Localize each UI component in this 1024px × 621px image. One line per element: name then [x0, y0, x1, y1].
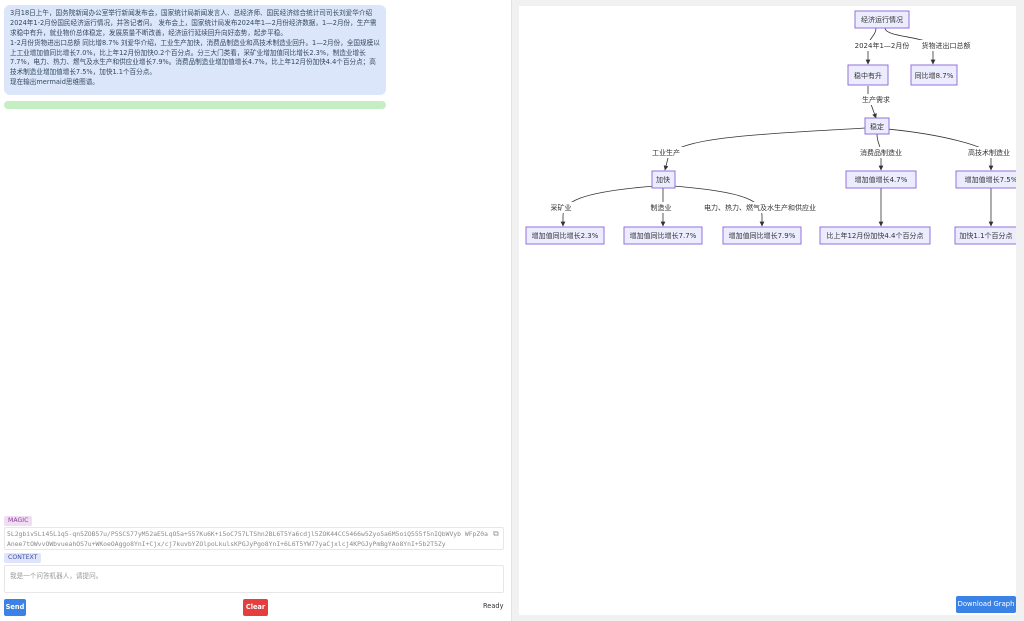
edge-n4-n7: [560, 185, 656, 227]
svg-text:稳中有升: 稳中有升: [854, 71, 882, 80]
node-stable[interactable]: 稳定: [864, 117, 890, 135]
chat-panel: 3月18日上午，国务院新闻办公室举行新闻发布会，国家统计局新闻发言人、总经济师、…: [0, 0, 512, 621]
node-hightech-growth[interactable]: 增加值增长7.5%: [955, 170, 1016, 189]
edge-label-high-tech: 高技术制造业: [968, 148, 1010, 157]
edge-label-production-demand: 生产需求: [862, 95, 890, 104]
user-message-bubble: 3月18日上午，国务院新闻办公室举行新闻发布会，国家统计局新闻发言人、总经济师、…: [4, 5, 386, 95]
graph-edges: [560, 27, 994, 227]
context-label: CONTEXT: [4, 553, 42, 563]
send-button[interactable]: Send: [4, 599, 26, 616]
svg-text:增加值增长7.5%: 增加值增长7.5%: [965, 175, 1016, 184]
app-window: 3月18日上午，国务院新闻办公室举行新闻发布会，国家统计局新闻发言人、总经济师、…: [0, 0, 1024, 621]
node-manufacturing-growth[interactable]: 增加值同比增长7.7%: [623, 226, 703, 245]
node-mining-growth[interactable]: 增加值同比增长2.3%: [525, 226, 605, 245]
node-consumer-accel[interactable]: 比上年12月份加快4.4个百分点: [819, 226, 931, 245]
message-paragraph: 1-2月份货物进出口总额 同比增8.7% 刘爱华介绍，工业生产加快，消费品制造业…: [10, 38, 380, 77]
svg-text:同比增8.7%: 同比增8.7%: [915, 71, 954, 80]
copy-icon[interactable]: ⧉: [493, 529, 501, 539]
edge-label-industrial: 工业生产: [652, 148, 680, 157]
svg-text:加快: 加快: [656, 175, 670, 184]
context-input[interactable]: 我是一个问答机器人，请提问。: [4, 565, 504, 593]
svg-text:增加值增长4.7%: 增加值增长4.7%: [855, 175, 908, 184]
edge-n3-n4: [663, 127, 866, 171]
node-steady-rise[interactable]: 稳中有升: [847, 64, 889, 86]
svg-text:经济运行情况: 经济运行情况: [861, 15, 903, 24]
edge-label-mining: 采矿业: [551, 203, 572, 212]
edge-label-consumer-goods: 消费品制造业: [860, 148, 902, 157]
node-hightech-accel[interactable]: 加快1.1个百分点: [954, 226, 1016, 245]
node-consumer-growth[interactable]: 增加值增长4.7%: [845, 170, 917, 189]
magic-output-field[interactable]: 5L2gbiv5Li45L1q5-qn5ZOB57u/P5SCS77yM52aE…: [4, 527, 504, 550]
node-utilities-growth[interactable]: 增加值同比增长7.9%: [722, 226, 802, 245]
svg-text:加快1.1个百分点: 加快1.1个百分点: [959, 231, 1012, 240]
edge-label-manufacturing: 制造业: [651, 203, 672, 212]
clear-button[interactable]: Clear: [243, 599, 268, 616]
edge-label-trade: 货物进出口总额: [922, 41, 971, 50]
node-economy[interactable]: 经济运行情况: [854, 10, 910, 29]
status-text: Ready: [483, 602, 504, 610]
svg-text:增加值同比增长7.9%: 增加值同比增长7.9%: [729, 231, 796, 240]
magic-label: MAGIC: [4, 516, 33, 526]
magic-value: 5L2gbiv5Li45L1q5-qn5ZOB57u/P5SCS77yM52aE…: [7, 530, 488, 548]
svg-text:稳定: 稳定: [870, 122, 884, 131]
message-paragraph: 3月18日上午，国务院新闻办公室举行新闻发布会，国家统计局新闻发言人、总经济师、…: [10, 9, 377, 37]
context-placeholder: 我是一个问答机器人，请提问。: [10, 572, 103, 580]
response-progress-bar: [4, 101, 386, 109]
edge-label-utilities: 电力、热力、燃气及水生产和供应业: [704, 203, 816, 212]
svg-text:增加值同比增长2.3%: 增加值同比增长2.3%: [532, 231, 599, 240]
svg-text:比上年12月份加快4.4个百分点: 比上年12月份加快4.4个百分点: [826, 231, 923, 240]
mermaid-graph-canvas: 2024年1—2月份 货物进出口总额 生产需求 工业生产 消费品制造业 高技术制…: [519, 6, 1016, 615]
edge-label-date: 2024年1—2月份: [855, 41, 910, 50]
graph-panel: 2024年1—2月份 货物进出口总额 生产需求 工业生产 消费品制造业 高技术制…: [512, 0, 1024, 621]
download-graph-button[interactable]: Download Graph: [956, 596, 1016, 613]
message-paragraph: 现在输出mermaid思维图谱。: [10, 78, 99, 87]
mermaid-diagram: 2024年1—2月份 货物进出口总额 生产需求 工业生产 消费品制造业 高技术制…: [525, 10, 1016, 245]
progress-fill: [4, 101, 386, 109]
node-accelerate[interactable]: 加快: [651, 170, 676, 189]
node-trade-growth[interactable]: 同比增8.7%: [910, 64, 958, 86]
svg-text:增加值同比增长7.7%: 增加值同比增长7.7%: [630, 231, 697, 240]
